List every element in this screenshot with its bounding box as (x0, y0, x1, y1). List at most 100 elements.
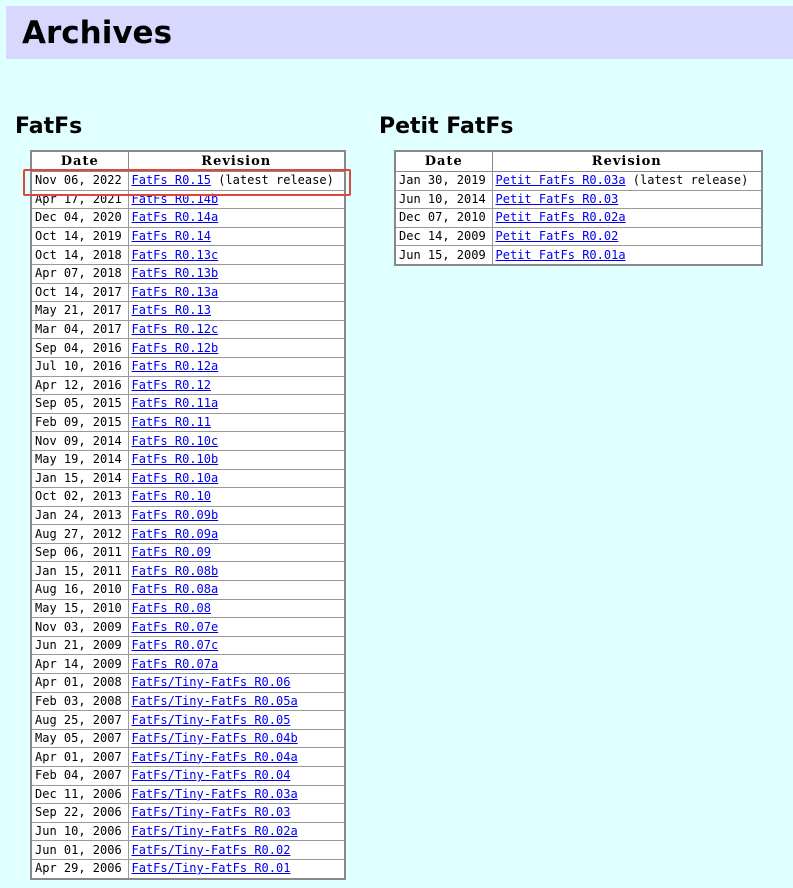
revision-cell: FatFs/Tiny-FatFs R0.04a (127, 747, 346, 767)
revision-link[interactable]: FatFs R0.08b (132, 564, 219, 578)
revision-link[interactable]: Petit FatFs R0.01a (496, 248, 626, 262)
revision-link[interactable]: FatFs/Tiny-FatFs R0.02a (132, 824, 298, 838)
revision-link[interactable]: FatFs R0.13b (132, 266, 219, 280)
release-date: Oct 14, 2019 (30, 226, 129, 247)
table-row: Jun 15, 2009 Petit FatFs R0.01a (394, 245, 763, 266)
revision-link[interactable]: FatFs R0.10c (132, 434, 219, 448)
revision-link[interactable]: FatFs/Tiny-FatFs R0.04b (132, 731, 298, 745)
revision-link[interactable]: FatFs R0.14 (132, 229, 211, 243)
revision-link[interactable]: FatFs R0.12c (132, 322, 219, 336)
revision-cell: FatFs R0.14 (127, 226, 346, 247)
revision-link[interactable]: FatFs/Tiny-FatFs R0.04 (132, 768, 291, 782)
release-date: Jan 30, 2019 (394, 171, 493, 191)
table-row: Jan 15, 2014 FatFs R0.10a (30, 468, 346, 489)
revision-cell: Petit FatFs R0.01a (491, 245, 763, 266)
table-row: Dec 04, 2020 FatFs R0.14a (30, 208, 346, 228)
table-row: Apr 01, 2008 FatFs/Tiny-FatFs R0.06 (30, 673, 346, 693)
revision-link[interactable]: FatFs R0.11a (132, 396, 219, 410)
release-date: Sep 22, 2006 (30, 803, 129, 823)
revision-link[interactable]: FatFs/Tiny-FatFs R0.06 (132, 675, 291, 689)
table-row: Jun 21, 2009 FatFs R0.07c (30, 635, 346, 656)
table-row: Jan 15, 2011 FatFs R0.08b (30, 561, 346, 582)
revision-link[interactable]: FatFs R0.13c (132, 248, 219, 262)
release-date: Sep 06, 2011 (30, 542, 129, 563)
table-row: Jan 24, 2013 FatFs R0.09b (30, 505, 346, 526)
release-date: Aug 16, 2010 (30, 580, 129, 600)
revision-link[interactable]: FatFs R0.08a (132, 582, 219, 596)
table-row: Apr 12, 2016 FatFs R0.12 (30, 375, 346, 396)
fatfs-archive-table: Date Revision Nov 06, 2022 FatFs R0.15 (l… (30, 150, 346, 880)
revision-link[interactable]: FatFs R0.07a (132, 657, 219, 671)
revision-cell: FatFs R0.12c (127, 319, 346, 340)
revision-cell: FatFs R0.12b (127, 338, 346, 358)
revision-link[interactable]: Petit FatFs R0.02a (496, 210, 626, 224)
table-row: Feb 04, 2007 FatFs/Tiny-FatFs R0.04 (30, 766, 346, 786)
revision-link[interactable]: FatFs R0.09 (132, 545, 211, 559)
revision-link[interactable]: FatFs/Tiny-FatFs R0.04a (132, 750, 298, 764)
column-header-date: Date (394, 150, 493, 172)
revision-cell: FatFs R0.13a (127, 282, 346, 303)
table-row: Apr 17, 2021 FatFs R0.14b (30, 189, 346, 210)
revision-link[interactable]: FatFs/Tiny-FatFs R0.03a (132, 787, 298, 801)
release-date: Oct 14, 2017 (30, 282, 129, 303)
revision-link[interactable]: FatFs R0.07c (132, 638, 219, 652)
table-row: Apr 29, 2006 FatFs/Tiny-FatFs R0.01 (30, 858, 346, 880)
revision-link[interactable]: Petit FatFs R0.03 (496, 192, 619, 206)
release-date: Apr 29, 2006 (30, 858, 129, 880)
release-date: Oct 02, 2013 (30, 487, 129, 507)
release-date: Apr 01, 2008 (30, 673, 129, 693)
revision-cell: FatFs R0.13c (127, 245, 346, 265)
release-date: Dec 14, 2009 (394, 226, 493, 247)
revision-link[interactable]: FatFs R0.07e (132, 620, 219, 634)
table-row: Sep 05, 2015 FatFs R0.11a (30, 394, 346, 414)
column-header-date: Date (30, 150, 129, 172)
revision-cell: FatFs R0.09b (127, 505, 346, 526)
revision-link[interactable]: Petit FatFs R0.03a (496, 173, 626, 187)
revision-link[interactable]: FatFs R0.09a (132, 527, 219, 541)
revision-cell: FatFs/Tiny-FatFs R0.05 (127, 710, 346, 730)
revision-cell: FatFs/Tiny-FatFs R0.01 (127, 858, 346, 880)
page-header: Archives (6, 6, 793, 59)
revision-link[interactable]: FatFs R0.09b (132, 508, 219, 522)
revision-cell: FatFs/Tiny-FatFs R0.04b (127, 728, 346, 749)
release-date: Aug 25, 2007 (30, 710, 129, 730)
revision-link[interactable]: FatFs R0.10a (132, 471, 219, 485)
revision-link[interactable]: FatFs/Tiny-FatFs R0.05a (132, 694, 298, 708)
revision-link[interactable]: FatFs R0.10b (132, 452, 219, 466)
release-date: Apr 01, 2007 (30, 747, 129, 767)
revision-link[interactable]: FatFs R0.13 (132, 303, 211, 317)
table-row: Feb 03, 2008 FatFs/Tiny-FatFs R0.05a (30, 691, 346, 712)
revision-cell: FatFs R0.10c (127, 431, 346, 451)
release-date: Jun 21, 2009 (30, 635, 129, 656)
revision-link[interactable]: FatFs R0.12 (132, 378, 211, 392)
revision-link[interactable]: FatFs/Tiny-FatFs R0.03 (132, 805, 291, 819)
table-row: Nov 06, 2022 FatFs R0.15 (latest release) (30, 171, 346, 191)
column-header-revision: Revision (491, 150, 763, 172)
table-row: Mar 04, 2017 FatFs R0.12c (30, 319, 346, 340)
table-row: Apr 01, 2007 FatFs/Tiny-FatFs R0.04a (30, 747, 346, 767)
revision-link[interactable]: FatFs/Tiny-FatFs R0.02 (132, 843, 291, 857)
revision-link[interactable]: Petit FatFs R0.02 (496, 229, 619, 243)
revision-link[interactable]: FatFs R0.14a (132, 210, 219, 224)
table-row: Feb 09, 2015 FatFs R0.11 (30, 412, 346, 433)
revision-cell: FatFs R0.11 (127, 412, 346, 433)
revision-link[interactable]: FatFs R0.08 (132, 601, 211, 615)
revision-link[interactable]: FatFs R0.15 (132, 173, 211, 187)
table-header-row: Date Revision (30, 150, 346, 172)
release-date: Jan 15, 2014 (30, 468, 129, 489)
release-date: Sep 05, 2015 (30, 394, 129, 414)
release-date: May 05, 2007 (30, 728, 129, 749)
revision-link[interactable]: FatFs/Tiny-FatFs R0.01 (132, 861, 291, 875)
revision-link[interactable]: FatFs R0.13a (132, 285, 219, 299)
revision-cell: FatFs R0.08 (127, 598, 346, 619)
revision-link[interactable]: FatFs R0.10 (132, 489, 211, 503)
release-date: Jul 10, 2016 (30, 356, 129, 377)
revision-link[interactable]: FatFs/Tiny-FatFs R0.05 (132, 713, 291, 727)
revision-link[interactable]: FatFs R0.11 (132, 415, 211, 429)
revision-cell: Petit FatFs R0.02 (491, 226, 763, 247)
release-date: Sep 04, 2016 (30, 338, 129, 358)
revision-link[interactable]: FatFs R0.12a (132, 359, 219, 373)
revision-link[interactable]: FatFs R0.14b (132, 192, 219, 206)
revision-link[interactable]: FatFs R0.12b (132, 341, 219, 355)
release-date: Feb 09, 2015 (30, 412, 129, 433)
